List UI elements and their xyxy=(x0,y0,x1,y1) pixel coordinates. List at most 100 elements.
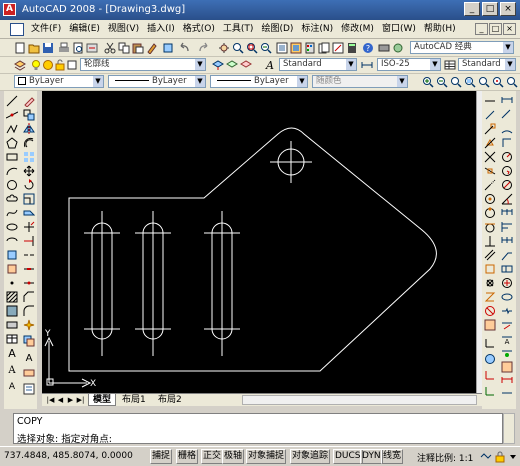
arc-length-icon[interactable] xyxy=(501,123,513,135)
ellipse-icon[interactable] xyxy=(6,221,18,233)
linetype-dropdown[interactable]: ByLayer ▼ xyxy=(108,75,206,88)
menu-modify[interactable]: 修改(M) xyxy=(337,21,378,38)
paste-icon[interactable] xyxy=(132,42,144,54)
zoom-previous-icon[interactable] xyxy=(260,42,272,54)
options-icon[interactable] xyxy=(378,42,390,54)
dimension-update-icon[interactable] xyxy=(501,347,513,359)
mirror-icon[interactable] xyxy=(23,123,35,135)
rectangle-icon[interactable] xyxy=(6,151,18,163)
menu-view[interactable]: 视图(V) xyxy=(104,21,143,38)
table-style-icon[interactable] xyxy=(444,59,456,71)
horizontal-scrollbar[interactable] xyxy=(242,395,477,405)
angular-dimension-icon[interactable] xyxy=(501,193,513,205)
continue-dimension-icon[interactable] xyxy=(501,235,513,247)
array-icon[interactable] xyxy=(23,151,35,163)
tab-model[interactable]: 模型 xyxy=(88,394,117,406)
last-tab-icon[interactable]: ▶| xyxy=(76,395,85,405)
linear-dimension-icon[interactable] xyxy=(501,95,513,107)
snap-nearest-icon[interactable] xyxy=(484,291,496,303)
drawing-svg[interactable]: Y X xyxy=(42,91,476,393)
stretch-icon[interactable] xyxy=(23,207,35,219)
snap-from-icon[interactable] xyxy=(484,109,496,121)
text-icon[interactable]: A xyxy=(6,363,18,375)
properties-edit-icon[interactable] xyxy=(23,383,35,395)
temp-track-icon[interactable] xyxy=(484,95,496,107)
plot-style-dropdown[interactable]: 随颜色 ▼ xyxy=(312,75,408,88)
layer-on-icon[interactable] xyxy=(30,59,42,71)
ucs-world-icon[interactable] xyxy=(484,353,496,365)
field-icon[interactable]: A xyxy=(6,379,18,391)
snap-node-icon[interactable] xyxy=(484,277,496,289)
spline-icon[interactable] xyxy=(6,207,18,219)
drawing-area[interactable]: Y X xyxy=(42,91,476,393)
copy-object-icon[interactable] xyxy=(23,109,35,121)
ucs-object-icon[interactable] xyxy=(484,385,496,397)
dimension-style-icon[interactable] xyxy=(361,59,373,71)
arc-icon[interactable] xyxy=(6,165,18,177)
block-editor-icon[interactable] xyxy=(162,42,174,54)
sheet-set-manager-icon[interactable] xyxy=(318,42,330,54)
tolerance-icon[interactable] xyxy=(501,263,513,275)
point-icon[interactable] xyxy=(6,277,18,289)
cut-icon[interactable] xyxy=(104,42,116,54)
aligned-dimension-icon[interactable] xyxy=(501,109,513,121)
dimension-reassociate-icon[interactable] xyxy=(501,389,513,401)
zoom-all-icon[interactable] xyxy=(450,76,462,88)
pan-icon[interactable] xyxy=(218,42,230,54)
inspection-icon[interactable] xyxy=(501,291,513,303)
layer-dropdown[interactable]: 轮廓线 ▼ xyxy=(80,58,206,71)
otrack-toggle[interactable]: 对象追踪 xyxy=(290,449,331,464)
scale-icon[interactable] xyxy=(23,193,35,205)
snap-toggle[interactable]: 捕捉 xyxy=(150,449,173,464)
ordinate-dimension-icon[interactable] xyxy=(501,137,513,149)
polygon-icon[interactable] xyxy=(6,137,18,149)
chevron-down-icon[interactable]: ▼ xyxy=(297,76,307,87)
layer-lock-icon[interactable] xyxy=(54,59,66,71)
coordinate-display[interactable]: 737.4848, 485.8074, 0.0000 xyxy=(4,451,133,461)
menu-window[interactable]: 窗口(W) xyxy=(378,21,420,38)
snap-intersection-icon[interactable] xyxy=(484,151,496,163)
layer-properties-icon[interactable] xyxy=(14,59,26,71)
new-file-icon[interactable] xyxy=(14,42,26,54)
quick-dimension-icon[interactable] xyxy=(501,207,513,219)
zoom-realtime-icon[interactable] xyxy=(232,42,244,54)
snap-parallel-icon[interactable] xyxy=(484,249,496,261)
dimension-text-edit-icon[interactable]: A xyxy=(501,333,513,345)
previous-tab-icon[interactable]: ◀ xyxy=(56,395,65,405)
menu-tools[interactable]: 工具(T) xyxy=(219,21,258,38)
chamfer-icon[interactable] xyxy=(23,291,35,303)
quickcalc-icon[interactable] xyxy=(346,42,358,54)
zoom-out-icon[interactable] xyxy=(436,76,448,88)
chevron-down-icon[interactable]: ▼ xyxy=(430,59,440,70)
plot-preview-icon[interactable] xyxy=(72,42,84,54)
snap-extension-icon[interactable] xyxy=(484,179,496,191)
save-icon[interactable] xyxy=(42,42,54,54)
snap-none-icon[interactable] xyxy=(484,305,496,317)
close-button[interactable]: × xyxy=(500,2,516,16)
zoom-extents-icon[interactable] xyxy=(464,76,476,88)
color-dropdown[interactable]: ByLayer ▼ xyxy=(14,75,104,88)
ducs-toggle[interactable]: DUCS xyxy=(333,449,363,464)
menu-help[interactable]: 帮助(H) xyxy=(420,21,460,38)
break-at-point-icon[interactable] xyxy=(23,249,35,261)
workspace-dropdown[interactable]: AutoCAD 经典 ▼ xyxy=(410,41,514,54)
layer-thaw-icon[interactable] xyxy=(42,59,54,71)
erase-icon[interactable] xyxy=(23,95,35,107)
text-edit-icon[interactable]: A xyxy=(23,351,35,363)
jogged-linear-icon[interactable] xyxy=(501,305,513,317)
ortho-toggle[interactable]: 正交 xyxy=(201,449,224,464)
chevron-down-icon[interactable]: ▼ xyxy=(195,59,205,70)
quick-leader-icon[interactable] xyxy=(501,249,513,261)
dimension-override-icon[interactable] xyxy=(501,375,513,387)
snap-center-icon[interactable] xyxy=(484,193,496,205)
snap-midpoint-icon[interactable] xyxy=(484,137,496,149)
lock-icon[interactable] xyxy=(494,451,506,463)
menu-edit[interactable]: 编辑(E) xyxy=(65,21,104,38)
chevron-down-icon[interactable]: ▼ xyxy=(195,76,205,87)
doc-minimize-button[interactable]: _ xyxy=(475,23,488,35)
text-style-icon[interactable]: A xyxy=(264,59,276,71)
zoom-object-icon[interactable] xyxy=(506,76,518,88)
publish-icon[interactable] xyxy=(86,42,98,54)
match-properties-icon[interactable] xyxy=(146,42,158,54)
copy-icon[interactable] xyxy=(118,42,130,54)
